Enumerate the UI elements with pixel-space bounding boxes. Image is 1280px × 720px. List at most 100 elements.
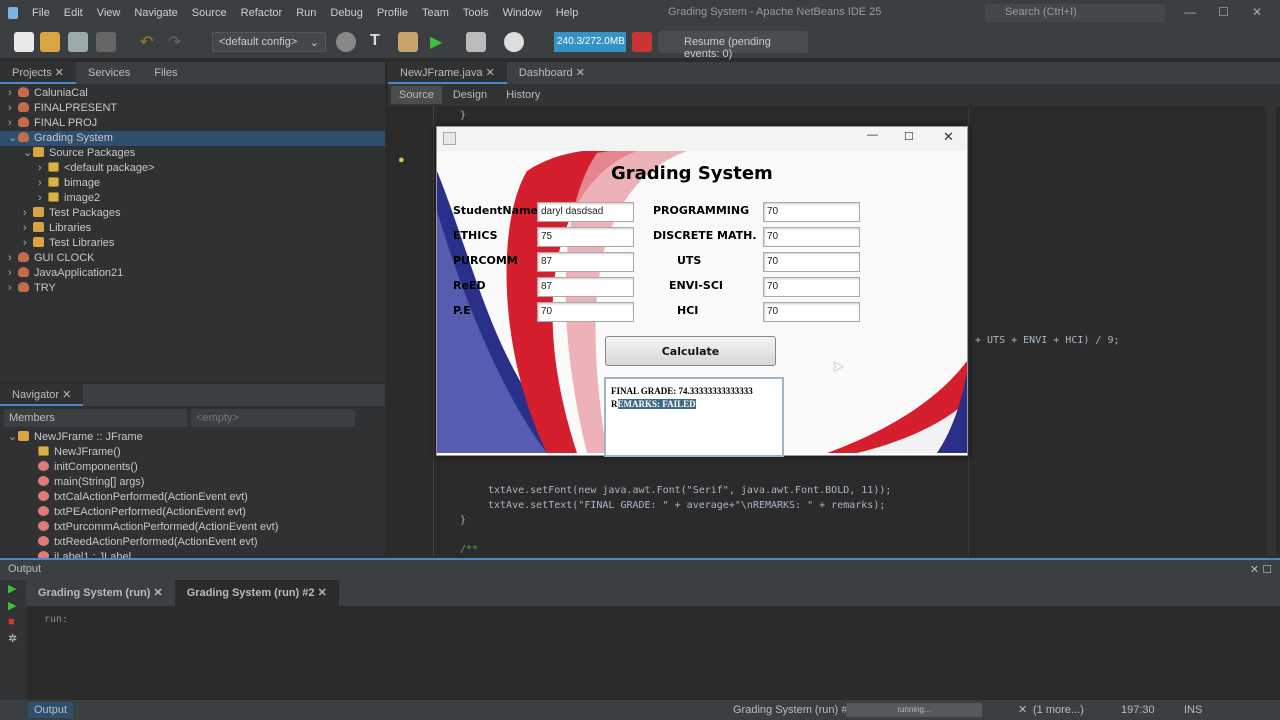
maximize-icon[interactable]: ☐ <box>1218 5 1229 19</box>
tree-item[interactable]: › Test Libraries <box>0 236 385 251</box>
profile-icon[interactable] <box>504 32 524 52</box>
tree-item[interactable]: › JavaApplication21 <box>0 266 385 281</box>
resume-button[interactable]: Resume (pending events: 0) <box>658 31 808 60</box>
tree-item[interactable]: › TRY <box>0 281 385 296</box>
cancel-task-icon[interactable]: ✕ <box>1018 703 1027 716</box>
input-purcomm[interactable]: 87 <box>537 252 634 272</box>
navigator-item[interactable]: main(String[] args) <box>0 475 385 490</box>
config-select[interactable]: <default config> ⌄ <box>212 32 326 52</box>
chevron-right-icon[interactable]: › <box>38 191 48 206</box>
more-tasks-link[interactable]: (1 more...) <box>1033 704 1084 716</box>
menu-window[interactable]: Window <box>503 7 542 19</box>
new-file-icon[interactable] <box>14 32 34 52</box>
rerun-different-icon[interactable]: ▶ <box>0 597 26 614</box>
settings-icon[interactable]: ✲ <box>0 630 26 647</box>
build-icon[interactable]: T <box>370 32 390 52</box>
input-reed[interactable]: 87 <box>537 277 634 297</box>
chevron-right-icon[interactable]: › <box>23 221 33 236</box>
menu-tools[interactable]: Tools <box>463 7 489 19</box>
code-line[interactable]: } <box>460 110 466 121</box>
navigator-item[interactable]: txtCalActionPerformed(ActionEvent evt) <box>0 490 385 505</box>
tree-item[interactable]: › GUI CLOCK <box>0 251 385 266</box>
tree-item[interactable]: › FINALPRESENT <box>0 101 385 116</box>
tree-item[interactable]: ⌄ Source Packages <box>0 146 385 161</box>
undo-icon[interactable]: ↶ <box>140 32 160 52</box>
tree-item[interactable]: › Test Packages <box>0 206 385 221</box>
navigator-item[interactable]: txtPEActionPerformed(ActionEvent evt) <box>0 505 385 520</box>
result-textarea[interactable]: FINAL GRADE: 74.33333333333333 REMARKS: … <box>604 377 784 457</box>
code-line[interactable]: + UTS + ENVI + HCI) / 9; <box>975 335 1120 346</box>
rerun-icon[interactable]: ▶ <box>0 580 26 597</box>
secondary-select[interactable]: <empty> <box>191 409 355 427</box>
minimize-icon[interactable]: — <box>867 129 878 141</box>
chevron-right-icon[interactable]: › <box>38 176 48 191</box>
input-pe[interactable]: 70 <box>537 302 634 322</box>
clean-build-icon[interactable] <box>398 32 418 52</box>
calculate-button[interactable]: Calculate <box>605 336 776 366</box>
output-tab[interactable]: Grading System (run) ✕ <box>26 580 175 606</box>
mode-source[interactable]: Source <box>391 86 442 104</box>
redo-icon[interactable]: ↷ <box>168 32 188 52</box>
debug-icon[interactable] <box>466 32 486 52</box>
menu-help[interactable]: Help <box>556 7 579 19</box>
input-programming[interactable]: 70 <box>763 202 860 222</box>
output-text[interactable]: run: <box>44 614 68 625</box>
run-icon[interactable]: ▶ <box>430 32 450 52</box>
gc-icon[interactable] <box>632 32 652 52</box>
tree-item[interactable]: › CaluniaCal <box>0 86 385 101</box>
menu-debug[interactable]: Debug <box>330 7 362 19</box>
mode-design[interactable]: Design <box>445 86 495 104</box>
editor-tab[interactable]: NewJFrame.java ✕ <box>388 62 507 84</box>
chevron-down-icon[interactable]: ⌄ <box>23 146 33 161</box>
tab-services[interactable]: Services <box>76 62 142 84</box>
chevron-down-icon[interactable]: ⌄ <box>8 430 18 445</box>
close-icon[interactable]: ✕ <box>1252 5 1262 19</box>
new-project-icon[interactable] <box>40 32 60 52</box>
tab-navigator[interactable]: Navigator ✕ <box>0 384 84 406</box>
code-line[interactable]: /** <box>460 544 478 555</box>
chevron-right-icon[interactable]: › <box>38 161 48 176</box>
chevron-right-icon[interactable]: › <box>23 236 33 251</box>
editor-tab[interactable]: Dashboard ✕ <box>507 62 597 84</box>
input-uts[interactable]: 70 <box>763 252 860 272</box>
minimize-icon[interactable]: — <box>1184 5 1196 19</box>
chevron-right-icon[interactable]: › <box>23 206 33 221</box>
code-line[interactable]: txtAve.setText("FINAL GRADE: " + average… <box>488 500 885 511</box>
navigator-item[interactable]: txtReedActionPerformed(ActionEvent evt) <box>0 535 385 550</box>
members-select[interactable]: Members <box>4 409 187 427</box>
chevron-right-icon[interactable]: › <box>8 116 18 131</box>
menu-file[interactable]: File <box>32 7 50 19</box>
navigator-item[interactable]: txtPurcommActionPerformed(ActionEvent ev… <box>0 520 385 535</box>
mode-history[interactable]: History <box>498 86 548 104</box>
menu-run[interactable]: Run <box>296 7 316 19</box>
chevron-right-icon[interactable]: › <box>8 281 18 296</box>
tree-item[interactable]: › FINAL PROJ <box>0 116 385 131</box>
menu-profile[interactable]: Profile <box>377 7 408 19</box>
chevron-right-icon[interactable]: › <box>8 86 18 101</box>
tree-item[interactable]: ⌄ Grading System <box>0 131 385 146</box>
globe-icon[interactable] <box>336 32 356 52</box>
output-tab[interactable]: Grading System (run) #2 ✕ <box>174 580 339 606</box>
menu-team[interactable]: Team <box>422 7 449 19</box>
input-hci[interactable]: 70 <box>763 302 860 322</box>
menu-source[interactable]: Source <box>192 7 227 19</box>
code-line[interactable]: txtAve.setFont(new java.awt.Font("Serif"… <box>488 485 891 496</box>
tree-item[interactable]: › <default package> <box>0 161 385 176</box>
tree-item[interactable]: › bimage <box>0 176 385 191</box>
tab-files[interactable]: Files <box>142 62 189 84</box>
open-project-icon[interactable] <box>68 32 88 52</box>
chevron-right-icon[interactable]: › <box>8 266 18 281</box>
tab-projects[interactable]: Projects ✕ <box>0 62 77 84</box>
menu-navigate[interactable]: Navigate <box>134 7 177 19</box>
menu-edit[interactable]: Edit <box>64 7 83 19</box>
input-discretemath[interactable]: 70 <box>763 227 860 247</box>
chevron-right-icon[interactable]: › <box>8 251 18 266</box>
input-studentname[interactable]: daryl dasdsad <box>537 202 634 222</box>
memory-indicator[interactable]: 240.3/272.0MB <box>554 32 626 52</box>
hint-bulb-icon[interactable]: ● <box>398 154 405 166</box>
code-line[interactable]: } <box>460 515 466 526</box>
chevron-right-icon[interactable]: › <box>8 101 18 116</box>
editor-scrollbar[interactable] <box>1266 106 1276 556</box>
menu-refactor[interactable]: Refactor <box>241 7 283 19</box>
save-all-icon[interactable] <box>96 32 116 52</box>
